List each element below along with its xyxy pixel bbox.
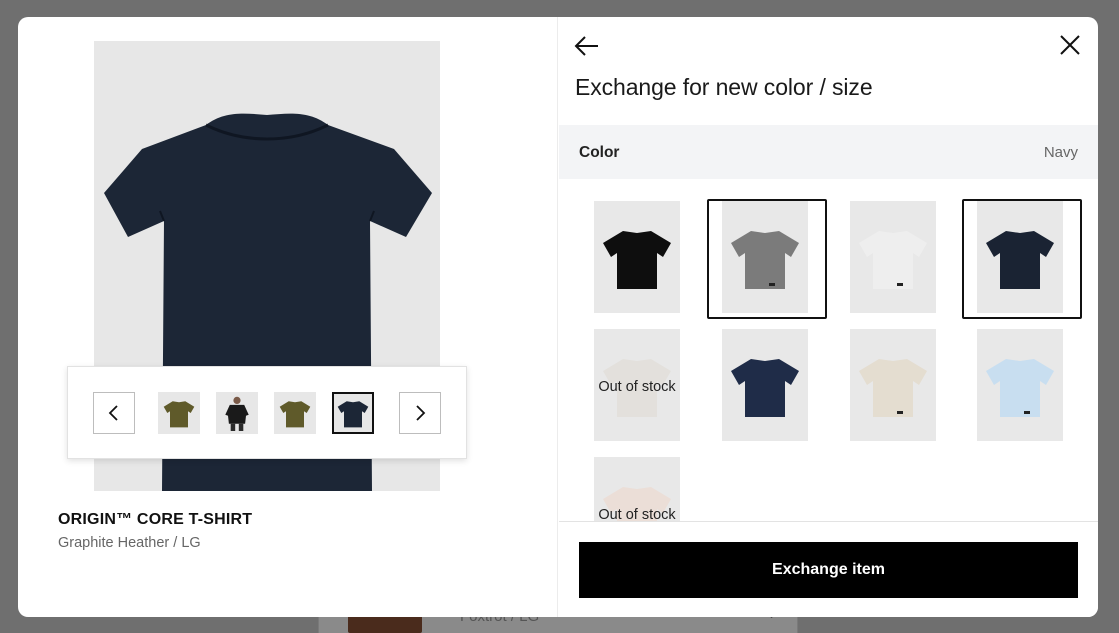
carousel-thumbnail-2[interactable] bbox=[216, 392, 258, 434]
back-button[interactable] bbox=[574, 34, 600, 58]
product-preview-panel: ORIGIN™ CORE T-SHIRT Graphite Heather / … bbox=[18, 17, 558, 617]
color-swatch-3[interactable] bbox=[850, 201, 936, 313]
product-name: ORIGIN™ CORE T-SHIRT bbox=[58, 511, 253, 528]
color-swatch-2[interactable] bbox=[707, 199, 827, 319]
color-selector-header: Color Navy bbox=[559, 125, 1098, 179]
color-swatch-8[interactable] bbox=[977, 329, 1063, 441]
color-swatch-5[interactable]: Out of stock bbox=[594, 329, 680, 441]
color-swatch-4[interactable] bbox=[962, 199, 1082, 319]
color-swatch-7[interactable] bbox=[850, 329, 936, 441]
arrow-left-icon bbox=[574, 36, 598, 56]
exchange-modal: ORIGIN™ CORE T-SHIRT Graphite Heather / … bbox=[18, 17, 1098, 617]
close-button[interactable] bbox=[1059, 34, 1081, 56]
carousel-next-button[interactable] bbox=[399, 392, 441, 434]
close-icon bbox=[1060, 35, 1080, 55]
out-of-stock-label: Out of stock bbox=[598, 507, 676, 521]
chevron-left-icon bbox=[108, 405, 118, 421]
color-swatch-6[interactable] bbox=[722, 329, 808, 441]
product-variant: Graphite Heather / LG bbox=[58, 535, 201, 551]
color-swatch-grid: Out of stock Out of stock bbox=[559, 179, 1098, 521]
exchange-item-button[interactable]: Exchange item bbox=[579, 542, 1078, 598]
carousel-prev-button[interactable] bbox=[93, 392, 135, 434]
color-label: Color bbox=[579, 144, 620, 161]
panel-title: Exchange for new color / size bbox=[575, 74, 873, 100]
carousel-thumbnail-4[interactable] bbox=[332, 392, 374, 434]
out-of-stock-label: Out of stock bbox=[598, 379, 676, 395]
color-swatch-1[interactable] bbox=[594, 201, 680, 313]
chevron-right-icon bbox=[416, 405, 426, 421]
carousel-thumbnail-3[interactable] bbox=[274, 392, 316, 434]
modal-footer: Exchange item bbox=[559, 521, 1098, 617]
color-swatch-9[interactable]: Out of stock bbox=[594, 457, 680, 521]
image-carousel bbox=[67, 366, 467, 459]
carousel-thumbnail-1[interactable] bbox=[158, 392, 200, 434]
selected-color-value: Navy bbox=[1043, 144, 1078, 161]
